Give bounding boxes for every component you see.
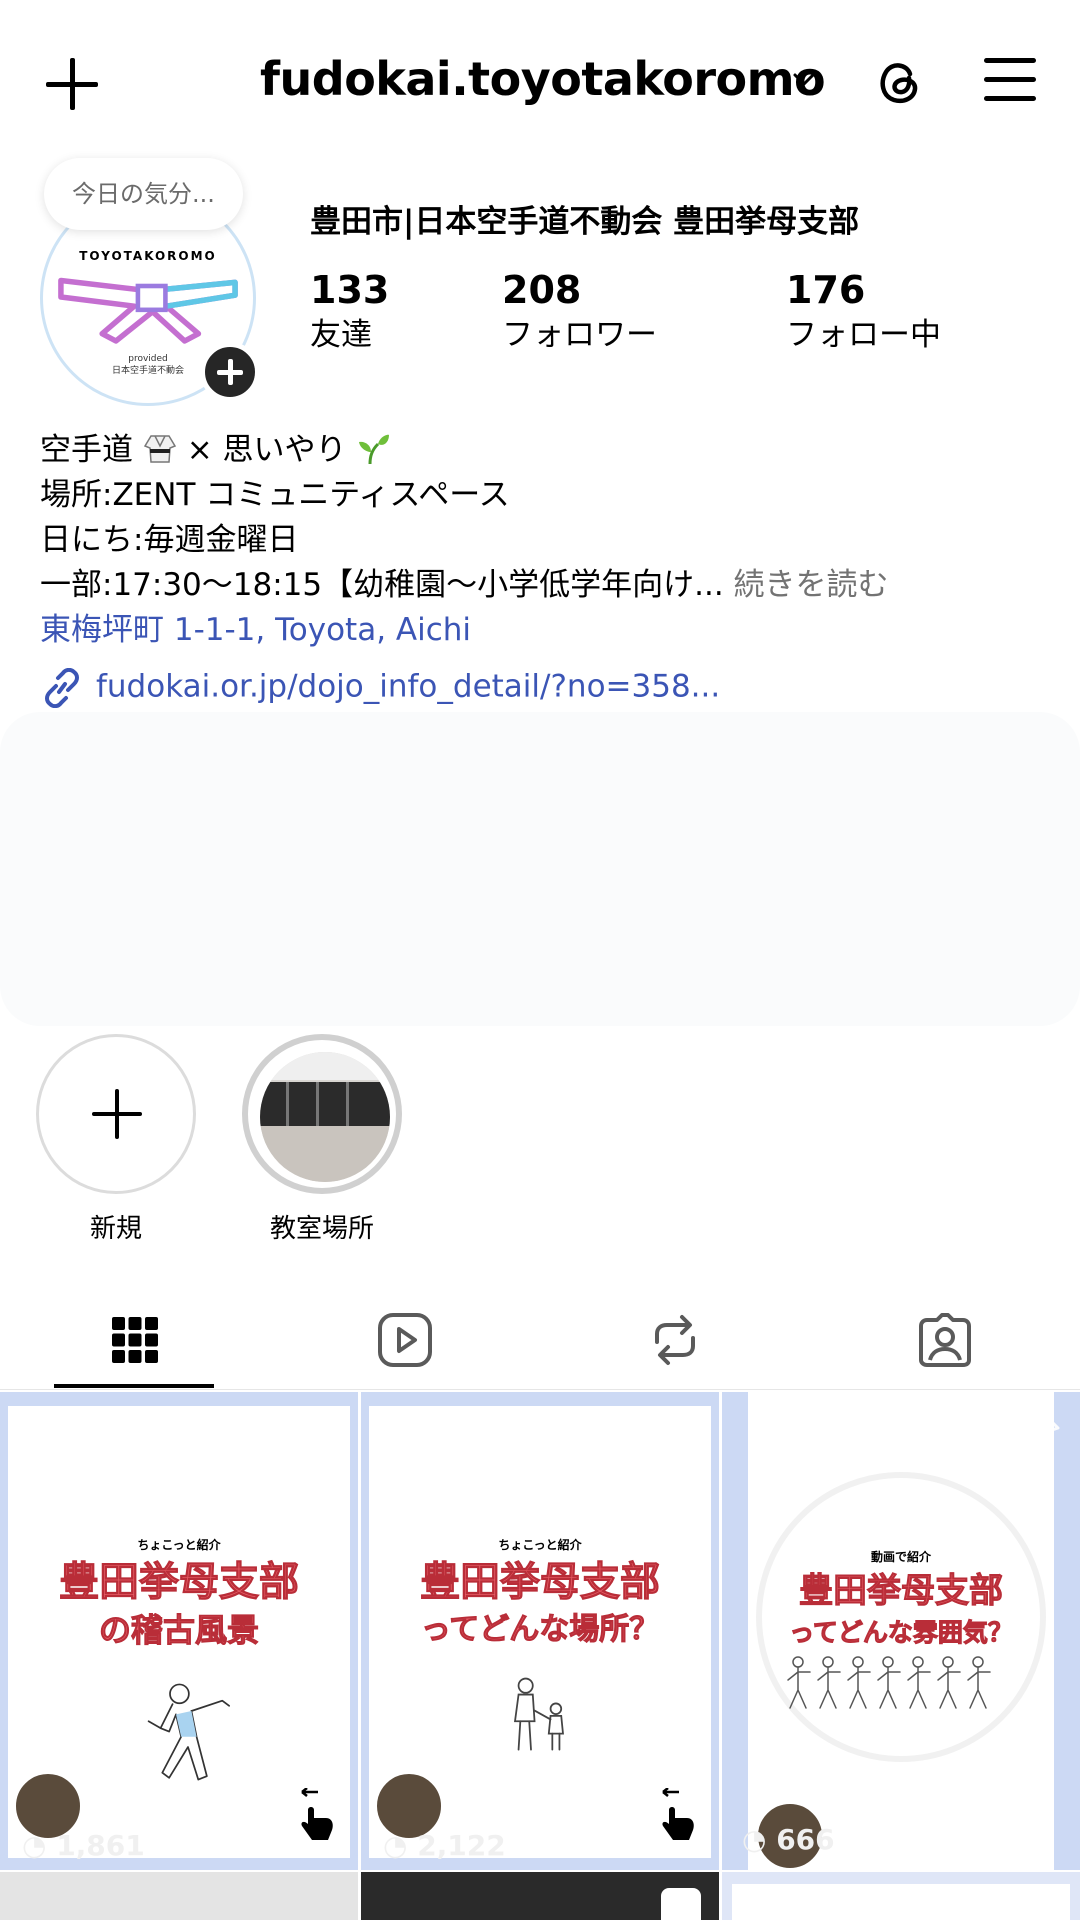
grid-post-1[interactable]: ちょこっと紹介 豊田挙母支部 の稽古風景 ◔ 1,861 bbox=[0, 1392, 358, 1870]
tab-posts[interactable] bbox=[0, 1300, 270, 1380]
bio: 空手道 × 思いやり 場所:ZENT コミュニティスペース 日にち:毎週金曜日 … bbox=[40, 428, 1050, 653]
stat-friends[interactable]: 133 友達 bbox=[310, 266, 389, 356]
stat-label: フォロー中 bbox=[786, 317, 941, 353]
post-title: 豊田挙母支部 の稽古風景 bbox=[59, 1559, 300, 1650]
highlight-cover-image bbox=[260, 1052, 390, 1182]
add-story-button[interactable] bbox=[200, 342, 260, 402]
post-image: 動画で紹介 豊田挙母支部 ってどんな雰囲気？ bbox=[748, 1392, 1054, 1870]
stat-following[interactable]: 176 フォロー中 bbox=[786, 266, 941, 356]
threads-icon[interactable] bbox=[870, 52, 928, 110]
post-small-caption: ちょこっと紹介 bbox=[137, 1538, 221, 1552]
bio-line-3: 日にち:毎週金曜日 bbox=[40, 522, 299, 558]
stat-value: 133 bbox=[310, 268, 390, 312]
posts-grid: ちょこっと紹介 豊田挙母支部 の稽古風景 ◔ 1,861 ちょこっと紹介 豊田挙… bbox=[0, 1392, 1080, 1920]
post-title: 豊田挙母支部 ってどんな雰囲気？ bbox=[789, 1571, 1014, 1648]
highlight-new[interactable]: 新規 bbox=[36, 1034, 196, 1245]
tab-reels[interactable] bbox=[270, 1300, 540, 1380]
link-icon bbox=[45, 668, 79, 708]
chevron-down-icon[interactable] bbox=[790, 66, 818, 94]
active-tab-indicator bbox=[54, 1384, 214, 1388]
grid-post-6[interactable] bbox=[722, 1872, 1080, 1920]
tagged-person-icon bbox=[919, 1313, 971, 1367]
pin-icon bbox=[1018, 1410, 1060, 1452]
post-title: 豊田挙母支部 ってどんな場所？ bbox=[420, 1559, 661, 1648]
stat-followers[interactable]: 208 フォロワー bbox=[502, 266, 657, 356]
view-count: ◔ 666 bbox=[742, 1823, 835, 1856]
highlight-classroom[interactable]: 教室場所 bbox=[242, 1034, 402, 1245]
karate-group-illustration bbox=[787, 1656, 991, 1709]
stat-value: 208 bbox=[502, 268, 582, 312]
post-small-caption: 動画で紹介 bbox=[870, 1550, 931, 1564]
profile-tabs bbox=[0, 1290, 1080, 1390]
note-bubble[interactable]: 今日の気分... bbox=[44, 158, 243, 230]
pin-icon bbox=[296, 1410, 338, 1452]
highlight-label: 教室場所 bbox=[269, 1214, 374, 1244]
bio-line-1: 空手道 × 思いやり bbox=[40, 428, 1050, 473]
tab-reposts[interactable] bbox=[540, 1300, 810, 1380]
create-plus-icon[interactable] bbox=[44, 56, 100, 112]
stat-label: 友達 bbox=[310, 317, 372, 353]
tab-tagged[interactable] bbox=[810, 1300, 1080, 1380]
view-count: ◔ 2,122 bbox=[383, 1829, 506, 1862]
grid-post-3[interactable]: 動画で紹介 豊田挙母支部 ってどんな雰囲気？ ◔ 666 bbox=[722, 1392, 1080, 1870]
read-more-link[interactable]: 続きを読む bbox=[734, 567, 889, 603]
karate-gi-icon bbox=[143, 435, 176, 463]
seedling-icon bbox=[359, 434, 390, 465]
highlight-label: 新規 bbox=[89, 1214, 142, 1244]
bio-line-4: 一部:17:30～18:15【幼稚園～小学低学年向け... 続きを読む bbox=[40, 567, 889, 603]
parent-child-illustration bbox=[513, 1677, 564, 1751]
display-name: 豊田市|日本空手道不動会 豊田挙母支部 bbox=[310, 204, 860, 240]
website-link[interactable]: fudokai.or.jp/dojo_info_detail/?no=358..… bbox=[40, 668, 720, 708]
username-switcher[interactable]: fudokai.toyotakoromo bbox=[260, 52, 826, 106]
grid-icon bbox=[112, 1317, 158, 1363]
new-highlight-plus-icon[interactable] bbox=[36, 1034, 196, 1194]
stat-label: フォロワー bbox=[502, 317, 657, 353]
stat-value: 176 bbox=[786, 268, 866, 312]
menu-icon[interactable] bbox=[984, 58, 1036, 102]
post-small-caption: ちょこっと紹介 bbox=[498, 1538, 582, 1552]
reel-indicator-icon bbox=[661, 1888, 701, 1920]
professional-dashboard-panel bbox=[0, 712, 1080, 1026]
location-link[interactable]: 東梅坪町 1-1-1, Toyota, Aichi bbox=[40, 608, 1050, 653]
reels-play-icon bbox=[378, 1313, 432, 1367]
karate-kick-illustration bbox=[147, 1683, 230, 1781]
pin-icon bbox=[657, 1410, 699, 1452]
swipe-hand-icon bbox=[301, 1788, 333, 1840]
swipe-hand-icon bbox=[662, 1788, 694, 1840]
repost-icon bbox=[655, 1315, 695, 1365]
view-count: ◔ 1,861 bbox=[22, 1829, 145, 1862]
highlight-ring[interactable] bbox=[242, 1034, 402, 1194]
bio-line-2: 場所:ZENT コミュニティスペース bbox=[40, 477, 510, 513]
top-bar: fudokai.toyotakoromo bbox=[0, 0, 1080, 160]
grid-post-4[interactable] bbox=[0, 1872, 358, 1920]
grid-post-5[interactable] bbox=[361, 1872, 719, 1920]
grid-post-2[interactable]: ちょこっと紹介 豊田挙母支部 ってどんな場所？ ◔ 2,122 bbox=[361, 1392, 719, 1870]
